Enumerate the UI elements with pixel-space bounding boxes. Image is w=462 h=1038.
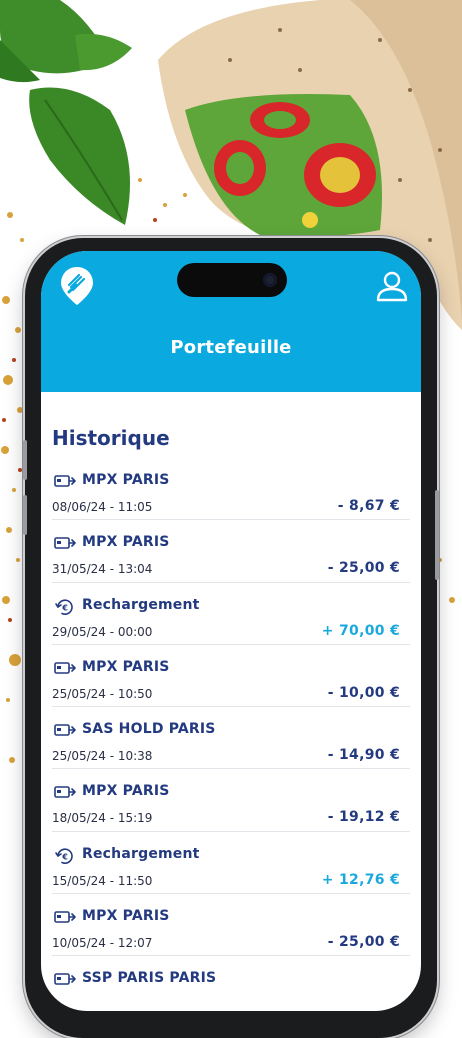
transaction-amount: - 8,67 € xyxy=(337,498,400,514)
transaction-date: 15/05/24 - 11:50 xyxy=(52,873,153,888)
transaction-row[interactable]: MPX PARIS 10/05/24 - 12:07 - 25,00 € xyxy=(52,894,410,957)
power-button xyxy=(435,490,439,580)
fork-location-pin-icon[interactable] xyxy=(59,265,95,307)
transaction-merchant: SAS HOLD PARIS xyxy=(82,721,216,738)
card-payment-icon xyxy=(54,909,76,925)
app-screen: Portefeuille Historique MPX PARIS 08/06/… xyxy=(41,251,421,1011)
transaction-date: 25/05/24 - 10:50 xyxy=(52,686,153,701)
svg-text:€: € xyxy=(61,852,68,861)
history-title: Historique xyxy=(52,426,170,450)
transaction-row[interactable]: MPX PARIS 08/06/24 - 11:05 - 8,67 € xyxy=(52,458,410,521)
transaction-date: 10/05/24 - 12:07 xyxy=(52,936,153,951)
user-profile-icon[interactable] xyxy=(375,269,409,303)
transaction-merchant: Rechargement xyxy=(82,845,200,862)
card-payment-icon xyxy=(54,784,76,800)
transaction-amount: - 19,12 € xyxy=(327,809,400,826)
card-payment-icon xyxy=(54,722,76,738)
transaction-amount: - 14,90 € xyxy=(327,747,400,764)
card-payment-icon xyxy=(54,535,76,551)
transaction-merchant: MPX PARIS xyxy=(82,908,170,925)
transaction-merchant: MPX PARIS xyxy=(82,658,170,675)
transaction-amount: - 25,00 € xyxy=(327,934,400,951)
transaction-list: MPX PARIS 08/06/24 - 11:05 - 8,67 € MPX … xyxy=(52,458,410,1011)
transaction-merchant: Rechargement xyxy=(82,596,200,613)
transaction-merchant: MPX PARIS xyxy=(82,534,170,551)
transaction-row[interactable]: € Rechargement 29/05/24 - 00:00 + 70,00 … xyxy=(52,583,410,645)
transaction-merchant: MPX PARIS xyxy=(82,783,170,800)
transaction-date: 25/05/24 - 10:38 xyxy=(52,749,153,764)
euro-refresh-icon: € xyxy=(54,598,76,615)
card-payment-icon xyxy=(54,473,76,489)
card-payment-icon xyxy=(54,971,76,987)
svg-text:€: € xyxy=(61,603,68,612)
transaction-row[interactable]: SAS HOLD PARIS 25/05/24 - 10:38 - 14,90 … xyxy=(52,707,410,770)
transaction-date: 29/05/24 - 00:00 xyxy=(52,624,153,639)
transaction-amount: + 70,00 € xyxy=(321,622,400,639)
transaction-amount: - 10,00 € xyxy=(327,684,400,701)
transaction-date: 31/05/24 - 13:04 xyxy=(52,562,153,577)
app-header: Portefeuille xyxy=(41,251,421,392)
volume-button xyxy=(23,440,27,480)
transaction-merchant: MPX PARIS xyxy=(82,472,170,488)
transaction-row[interactable]: MPX PARIS 25/05/24 - 10:50 - 10,00 € xyxy=(52,645,410,708)
transaction-date: 18/05/24 - 15:19 xyxy=(52,811,153,826)
transaction-row[interactable]: € Rechargement 15/05/24 - 11:50 + 12,76 … xyxy=(52,832,410,895)
transaction-amount: - 25,00 € xyxy=(327,560,400,577)
card-payment-icon xyxy=(54,660,76,676)
dynamic-island xyxy=(177,263,287,297)
euro-refresh-icon: € xyxy=(54,847,76,864)
volume-button xyxy=(23,495,27,535)
transaction-amount: + 12,76 € xyxy=(321,871,400,888)
page-title: Portefeuille xyxy=(170,337,292,358)
transaction-row[interactable]: MPX PARIS 31/05/24 - 13:04 - 25,00 € xyxy=(52,520,410,583)
transaction-merchant: SSP PARIS PARIS xyxy=(82,970,217,987)
camera-icon xyxy=(263,273,277,287)
transaction-row[interactable]: SSP PARIS PARIS xyxy=(52,956,410,1011)
transaction-date: 08/06/24 - 11:05 xyxy=(52,500,153,514)
transaction-row[interactable]: MPX PARIS 18/05/24 - 15:19 - 19,12 € xyxy=(52,769,410,832)
